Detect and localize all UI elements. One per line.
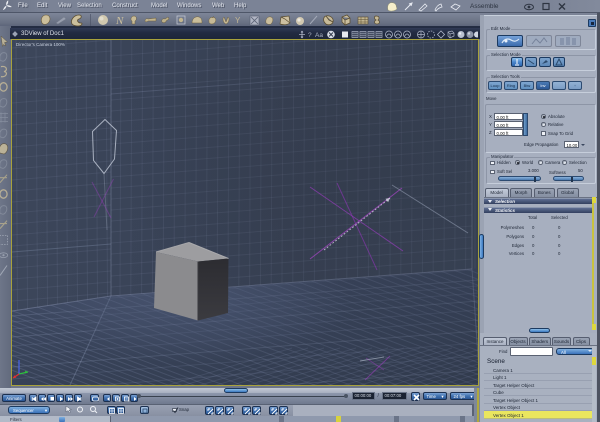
svg-text:Y: Y (235, 16, 241, 25)
svg-text:?: ? (308, 32, 312, 39)
svg-text:Aa: Aa (315, 32, 323, 39)
svg-text:N: N (115, 15, 124, 27)
